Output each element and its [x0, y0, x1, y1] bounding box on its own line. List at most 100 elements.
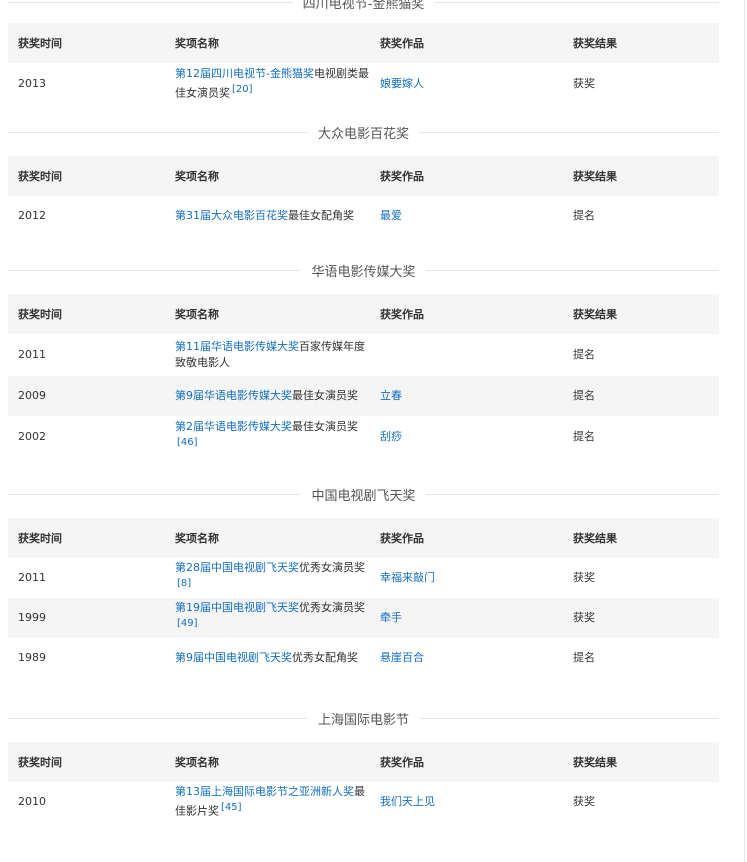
work-link[interactable]: 刮痧	[380, 430, 402, 443]
cell-time: 1999	[8, 598, 165, 638]
header-award: 奖项名称	[165, 518, 370, 558]
cell-result: 提名	[573, 651, 595, 664]
work-link[interactable]: 最爱	[380, 209, 402, 222]
table-header-row: 获奖时间 奖项名称 获奖作品 获奖结果	[8, 518, 719, 558]
table-header-row: 获奖时间 奖项名称 获奖作品 获奖结果	[8, 23, 719, 63]
award-section: 中国电视剧飞天奖 获奖时间 奖项名称 获奖作品 获奖结果 2011 第28届中国…	[8, 484, 719, 678]
scrollbar-track	[744, 0, 745, 862]
work-link[interactable]: 我们天上见	[380, 795, 435, 808]
table-row: 2013 第12届四川电视节-金熊猫奖电视剧类最佳女演员奖 [20] 娘要嫁人 获…	[8, 63, 719, 105]
cell-award: 第9届中国电视剧飞天奖优秀女配角奖	[165, 638, 370, 678]
cell-time: 2013	[18, 77, 46, 90]
award-suffix: 优秀女演员奖	[299, 561, 365, 575]
cell-award: 第28届中国电视剧飞天奖优秀女演员奖 [8]	[165, 558, 370, 598]
cell-award: 第31届大众电影百花奖最佳女配角奖	[165, 196, 370, 236]
awards-table: 获奖时间 奖项名称 获奖作品 获奖结果 2012 第31届大众电影百花奖最佳女配…	[8, 156, 719, 236]
award-link[interactable]: 第9届华语电影传媒大奖	[175, 389, 292, 402]
table-row: 2002 第2届华语电影传媒大奖最佳女演员奖 [46] 刮痧 提名	[8, 416, 719, 458]
reference-link[interactable]: [46]	[177, 437, 198, 448]
cell-work: 最爱	[370, 196, 563, 236]
award-link[interactable]: 第19届中国电视剧飞天奖	[175, 601, 299, 614]
header-time: 获奖时间	[8, 518, 165, 558]
header-work: 获奖作品	[370, 742, 563, 782]
section-title: 四川电视节-金熊猫奖	[8, 0, 719, 12]
cell-time: 2012	[18, 209, 46, 222]
header-time: 获奖时间	[8, 294, 165, 334]
table-row: 2009 第9届华语电影传媒大奖最佳女演员奖 立春 提名	[8, 376, 719, 416]
header-time: 获奖时间	[8, 23, 165, 63]
reference-link[interactable]: [49]	[177, 618, 198, 629]
table-row: 2012 第31届大众电影百花奖最佳女配角奖 最爱 提名	[8, 196, 719, 236]
award-suffix: 优秀女配角奖	[292, 651, 358, 664]
scrollbar[interactable]	[742, 0, 747, 862]
cell-time: 2011	[18, 571, 46, 584]
cell-time: 2010	[18, 795, 46, 808]
award-link[interactable]: 第2届华语电影传媒大奖	[175, 420, 292, 433]
reference-link[interactable]: [45]	[221, 802, 242, 813]
awards-list: 四川电视节-金熊猫奖 获奖时间 奖项名称 获奖作品 获奖结果 2013 第12届…	[8, 0, 719, 822]
table-row: 2010 第13届上海国际电影节之亚洲新人奖最佳影片奖 [45] 我们天上见 获奖	[8, 782, 719, 822]
award-section: 四川电视节-金熊猫奖 获奖时间 奖项名称 获奖作品 获奖结果 2013 第12届…	[8, 0, 719, 105]
cell-time: 2009	[8, 376, 165, 416]
award-link[interactable]: 第28届中国电视剧飞天奖	[175, 561, 299, 574]
header-award: 奖项名称	[165, 294, 370, 334]
header-time: 获奖时间	[8, 742, 165, 782]
cell-award: 第12届四川电视节-金熊猫奖电视剧类最佳女演员奖 [20]	[165, 63, 370, 105]
cell-award: 第13届上海国际电影节之亚洲新人奖最佳影片奖 [45]	[165, 782, 370, 822]
header-work: 获奖作品	[370, 518, 563, 558]
table-row: 2011 第28届中国电视剧飞天奖优秀女演员奖 [8] 幸福来敲门 获奖	[8, 558, 719, 598]
awards-table: 获奖时间 奖项名称 获奖作品 获奖结果 2011 第28届中国电视剧飞天奖优秀女…	[8, 518, 719, 678]
header-result: 获奖结果	[563, 518, 719, 558]
cell-work: 刮痧	[370, 416, 563, 458]
table-row: 1999 第19届中国电视剧飞天奖优秀女演员奖 [49] 牵手 获奖	[8, 598, 719, 638]
work-link[interactable]: 娘要嫁人	[380, 77, 424, 90]
header-result: 获奖结果	[563, 294, 719, 334]
header-award: 奖项名称	[165, 156, 370, 196]
award-link[interactable]: 第13届上海国际电影节之亚洲新人奖	[175, 785, 354, 798]
award-section: 华语电影传媒大奖 获奖时间 奖项名称 获奖作品 获奖结果 2011 第11届华语…	[8, 260, 719, 458]
header-work: 获奖作品	[370, 294, 563, 334]
award-suffix: 最佳女演员奖	[292, 420, 358, 434]
cell-time: 1989	[18, 651, 46, 664]
cell-award: 第11届华语电影传媒大奖百家传媒年度致敬电影人	[165, 334, 370, 376]
cell-result: 获奖	[563, 598, 719, 638]
header-result: 获奖结果	[563, 23, 719, 63]
cell-work: 娘要嫁人	[370, 63, 563, 105]
reference-link[interactable]: [8]	[177, 578, 191, 589]
work-link[interactable]: 牵手	[380, 611, 402, 624]
table-header-row: 获奖时间 奖项名称 获奖作品 获奖结果	[8, 294, 719, 334]
award-section: 上海国际电影节 获奖时间 奖项名称 获奖作品 获奖结果 2010 第13届上海国…	[8, 708, 719, 822]
work-link[interactable]: 悬崖百合	[380, 651, 424, 664]
award-suffix: 优秀女演员奖	[299, 601, 365, 615]
award-suffix: 最佳女配角奖	[288, 209, 354, 222]
cell-award: 第2届华语电影传媒大奖最佳女演员奖 [46]	[165, 416, 370, 458]
cell-work: 立春	[370, 376, 563, 416]
award-suffix: 最佳女演员奖	[292, 389, 358, 402]
award-link[interactable]: 第9届中国电视剧飞天奖	[175, 651, 292, 664]
header-award: 奖项名称	[165, 23, 370, 63]
header-result: 获奖结果	[563, 742, 719, 782]
reference-link[interactable]: [20]	[232, 84, 253, 95]
cell-work	[370, 334, 563, 376]
cell-result: 提名	[573, 348, 595, 361]
cell-result: 提名	[573, 209, 595, 222]
cell-work: 我们天上见	[370, 782, 563, 822]
table-row: 1989 第9届中国电视剧飞天奖优秀女配角奖 悬崖百合 提名	[8, 638, 719, 678]
header-result: 获奖结果	[563, 156, 719, 196]
cell-time: 2011	[18, 348, 46, 361]
table-header-row: 获奖时间 奖项名称 获奖作品 获奖结果	[8, 156, 719, 196]
awards-table: 获奖时间 奖项名称 获奖作品 获奖结果 2010 第13届上海国际电影节之亚洲新…	[8, 742, 719, 822]
section-title: 中国电视剧飞天奖	[8, 484, 719, 504]
cell-work: 幸福来敲门	[370, 558, 563, 598]
section-title: 大众电影百花奖	[8, 122, 719, 142]
awards-table: 获奖时间 奖项名称 获奖作品 获奖结果 2011 第11届华语电影传媒大奖百家传…	[8, 294, 719, 458]
header-work: 获奖作品	[370, 23, 563, 63]
cell-result: 获奖	[573, 77, 595, 90]
header-award: 奖项名称	[165, 742, 370, 782]
award-link[interactable]: 第31届大众电影百花奖	[175, 209, 288, 222]
work-link[interactable]: 幸福来敲门	[380, 571, 435, 584]
cell-result: 提名	[563, 376, 719, 416]
award-link[interactable]: 第12届四川电视节-金熊猫奖	[175, 67, 314, 80]
work-link[interactable]: 立春	[380, 389, 402, 402]
award-link[interactable]: 第11届华语电影传媒大奖	[175, 340, 299, 353]
